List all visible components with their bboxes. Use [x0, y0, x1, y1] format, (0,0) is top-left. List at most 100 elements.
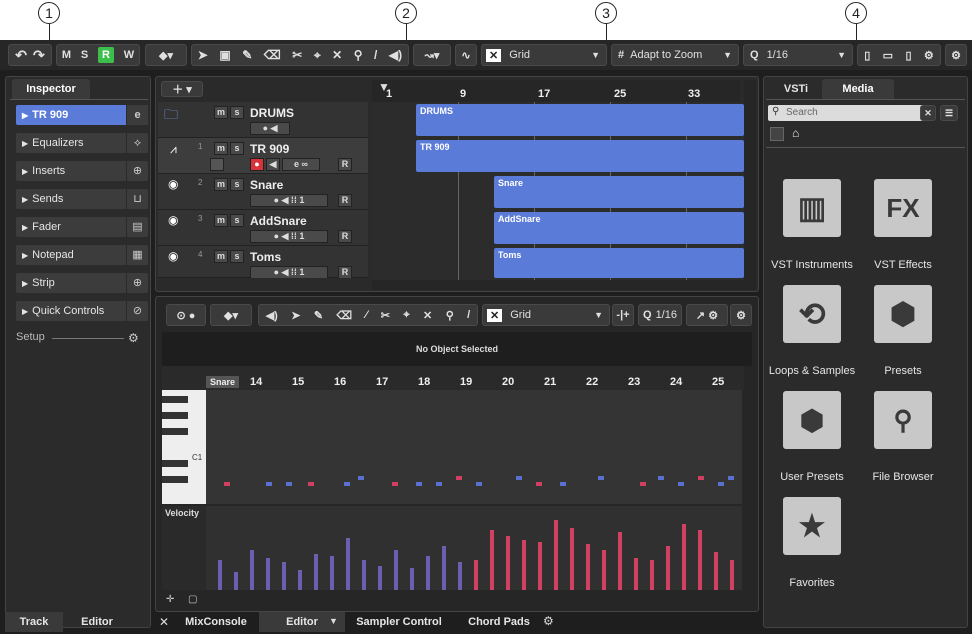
open-window-icons[interactable]: ↗ ⚙ [686, 304, 728, 326]
velocity-bar[interactable] [586, 544, 590, 590]
color-button[interactable]: ↝▾ [413, 44, 451, 66]
midi-note[interactable] [266, 482, 272, 486]
play-tool-icon[interactable]: ◀) [389, 48, 402, 62]
midi-note[interactable] [516, 476, 522, 480]
track-name[interactable]: DRUMS [250, 106, 294, 120]
velocity-bar[interactable] [426, 556, 430, 590]
home-icon[interactable]: ⌂ [792, 126, 799, 140]
editor-quantize-select[interactable]: Q 1/16 [638, 304, 682, 326]
add-lane-icon[interactable]: ✛ [166, 594, 174, 605]
erase-tool-icon[interactable]: ⌫ [337, 309, 353, 322]
presets-tile[interactable]: ⬢ [874, 285, 932, 343]
inserts-icon[interactable]: ⊕ [126, 161, 148, 181]
undo-icon[interactable]: ↶ [15, 47, 27, 64]
velocity-bar[interactable] [666, 546, 670, 590]
velocity-bar[interactable] [266, 558, 270, 590]
solo-button[interactable]: s [230, 142, 244, 155]
inspector-section-inserts[interactable]: ▶ Inserts ⊕ [16, 161, 148, 181]
chevron-down-icon[interactable]: ▼ [329, 616, 338, 626]
midi-note[interactable] [476, 482, 482, 486]
midi-note[interactable] [224, 482, 230, 486]
midi-note[interactable] [718, 482, 724, 486]
write-button[interactable]: W [124, 49, 134, 61]
redo-icon[interactable]: ↷ [33, 47, 45, 64]
line-tool-icon[interactable]: / [467, 309, 470, 321]
left-zone-icon[interactable]: ▯ [864, 49, 870, 62]
midi-note[interactable] [286, 482, 292, 486]
midi-note[interactable] [678, 482, 684, 486]
inspector-section-sends[interactable]: ▶ Sends ⊔ [16, 189, 148, 209]
velocity-bar[interactable] [298, 570, 302, 590]
record-controls[interactable]: ● ◀ [250, 122, 290, 135]
velocity-bar[interactable] [634, 558, 638, 590]
lower-zone-icon[interactable]: ▭ [883, 49, 893, 62]
piano-keyboard[interactable]: C1 [162, 390, 206, 504]
midi-note[interactable] [560, 482, 566, 486]
favorites-tile[interactable]: ★ [783, 497, 841, 555]
velocity-bar[interactable] [490, 530, 494, 590]
right-zone-icon[interactable]: ▯ [905, 49, 911, 62]
vst-effects-tile[interactable]: FX [874, 179, 932, 237]
tab-chord-pads[interactable]: Chord Pads [455, 612, 543, 632]
midi-note[interactable] [698, 476, 704, 480]
acoustic-feedback-icon[interactable]: ◀) [266, 309, 278, 322]
eq-icon[interactable]: ⟡ [126, 133, 148, 153]
mute-button[interactable]: m [214, 142, 228, 155]
velocity-bar[interactable] [474, 560, 478, 590]
list-view-icon[interactable]: ☰ [940, 105, 958, 121]
setup-gear-icon[interactable]: ⚙ [128, 331, 139, 345]
track-row[interactable]: 🗀 m s DRUMS ● ◀ [158, 102, 368, 138]
midi-note[interactable] [416, 482, 422, 486]
checkbox[interactable] [770, 127, 784, 141]
read-automation-button[interactable]: R [338, 230, 352, 243]
solo-button[interactable]: S [81, 49, 88, 61]
zoom-tool-icon[interactable]: ⚲ [446, 309, 454, 322]
midi-part[interactable]: Toms [494, 248, 744, 278]
zoom-tool-icon[interactable]: ⚲ [354, 48, 363, 62]
editor-settings-gear-icon[interactable]: ⚙ [730, 304, 752, 326]
sends-icon[interactable]: ⊔ [126, 189, 148, 209]
grid-type-select[interactable]: # Adapt to Zoom ▼ [611, 44, 739, 66]
velocity-bar[interactable] [730, 560, 734, 590]
inspector-section-fader[interactable]: ▶ Fader ▤ [16, 217, 148, 237]
mute-button[interactable]: M [62, 49, 71, 61]
midi-note[interactable] [344, 482, 350, 486]
velocity-bar[interactable] [554, 520, 558, 590]
mute-button[interactable]: m [214, 250, 228, 263]
tab-vsti[interactable]: VSTi [770, 79, 822, 99]
user-presets-tile[interactable]: ⬢ [783, 391, 841, 449]
velocity-bar[interactable] [442, 546, 446, 590]
velocity-bar[interactable] [378, 566, 382, 590]
tab-mixconsole[interactable]: MixConsole [177, 612, 255, 632]
solo-button[interactable]: s [230, 214, 244, 227]
insert-velocity-icon[interactable]: -|+ [612, 304, 634, 326]
draw-tool-icon[interactable]: ✎ [242, 48, 252, 62]
velocity-bar[interactable] [650, 560, 654, 590]
snap-grid-select[interactable]: ✕ Grid ▼ [481, 44, 607, 66]
velocity-bar[interactable] [234, 572, 238, 590]
velocity-bar[interactable] [362, 560, 366, 590]
trim-tool-icon[interactable]: ⁄ [366, 309, 368, 321]
velocity-bar[interactable] [218, 560, 222, 590]
velocity-bar[interactable] [714, 552, 718, 590]
midi-note[interactable] [392, 482, 398, 486]
tab-media[interactable]: Media [822, 79, 894, 99]
close-icon[interactable]: ✕ [159, 615, 169, 629]
inspector-section-notepad[interactable]: ▶ Notepad ▦ [16, 245, 148, 265]
inspector-section-equalizers[interactable]: ▶ Equalizers ⟡ [16, 133, 148, 153]
track-row[interactable]: ◉ 4 m s Toms ● ◀ ⁞⁞ 1 R [158, 246, 368, 279]
track-name[interactable]: AddSnare [250, 214, 307, 228]
velocity-bar[interactable] [522, 540, 526, 590]
split-tool-icon[interactable]: ✂ [292, 48, 302, 62]
line-tool-icon[interactable]: / [374, 48, 377, 62]
inspector-section-strip[interactable]: ▶ Strip ⊕ [16, 273, 148, 293]
velocity-bar[interactable] [538, 542, 542, 590]
loops-samples-tile[interactable]: ⟲ [783, 285, 841, 343]
split-tool-icon[interactable]: ✂ [381, 309, 390, 322]
record-enable-button[interactable]: ● [250, 158, 264, 171]
clear-search-icon[interactable]: ✕ [920, 105, 936, 121]
velocity-bar[interactable] [602, 550, 606, 590]
search-input[interactable]: Search [768, 105, 928, 121]
folder-part[interactable]: DRUMS [416, 104, 744, 136]
edit-instrument-icon[interactable]: e [126, 105, 148, 125]
